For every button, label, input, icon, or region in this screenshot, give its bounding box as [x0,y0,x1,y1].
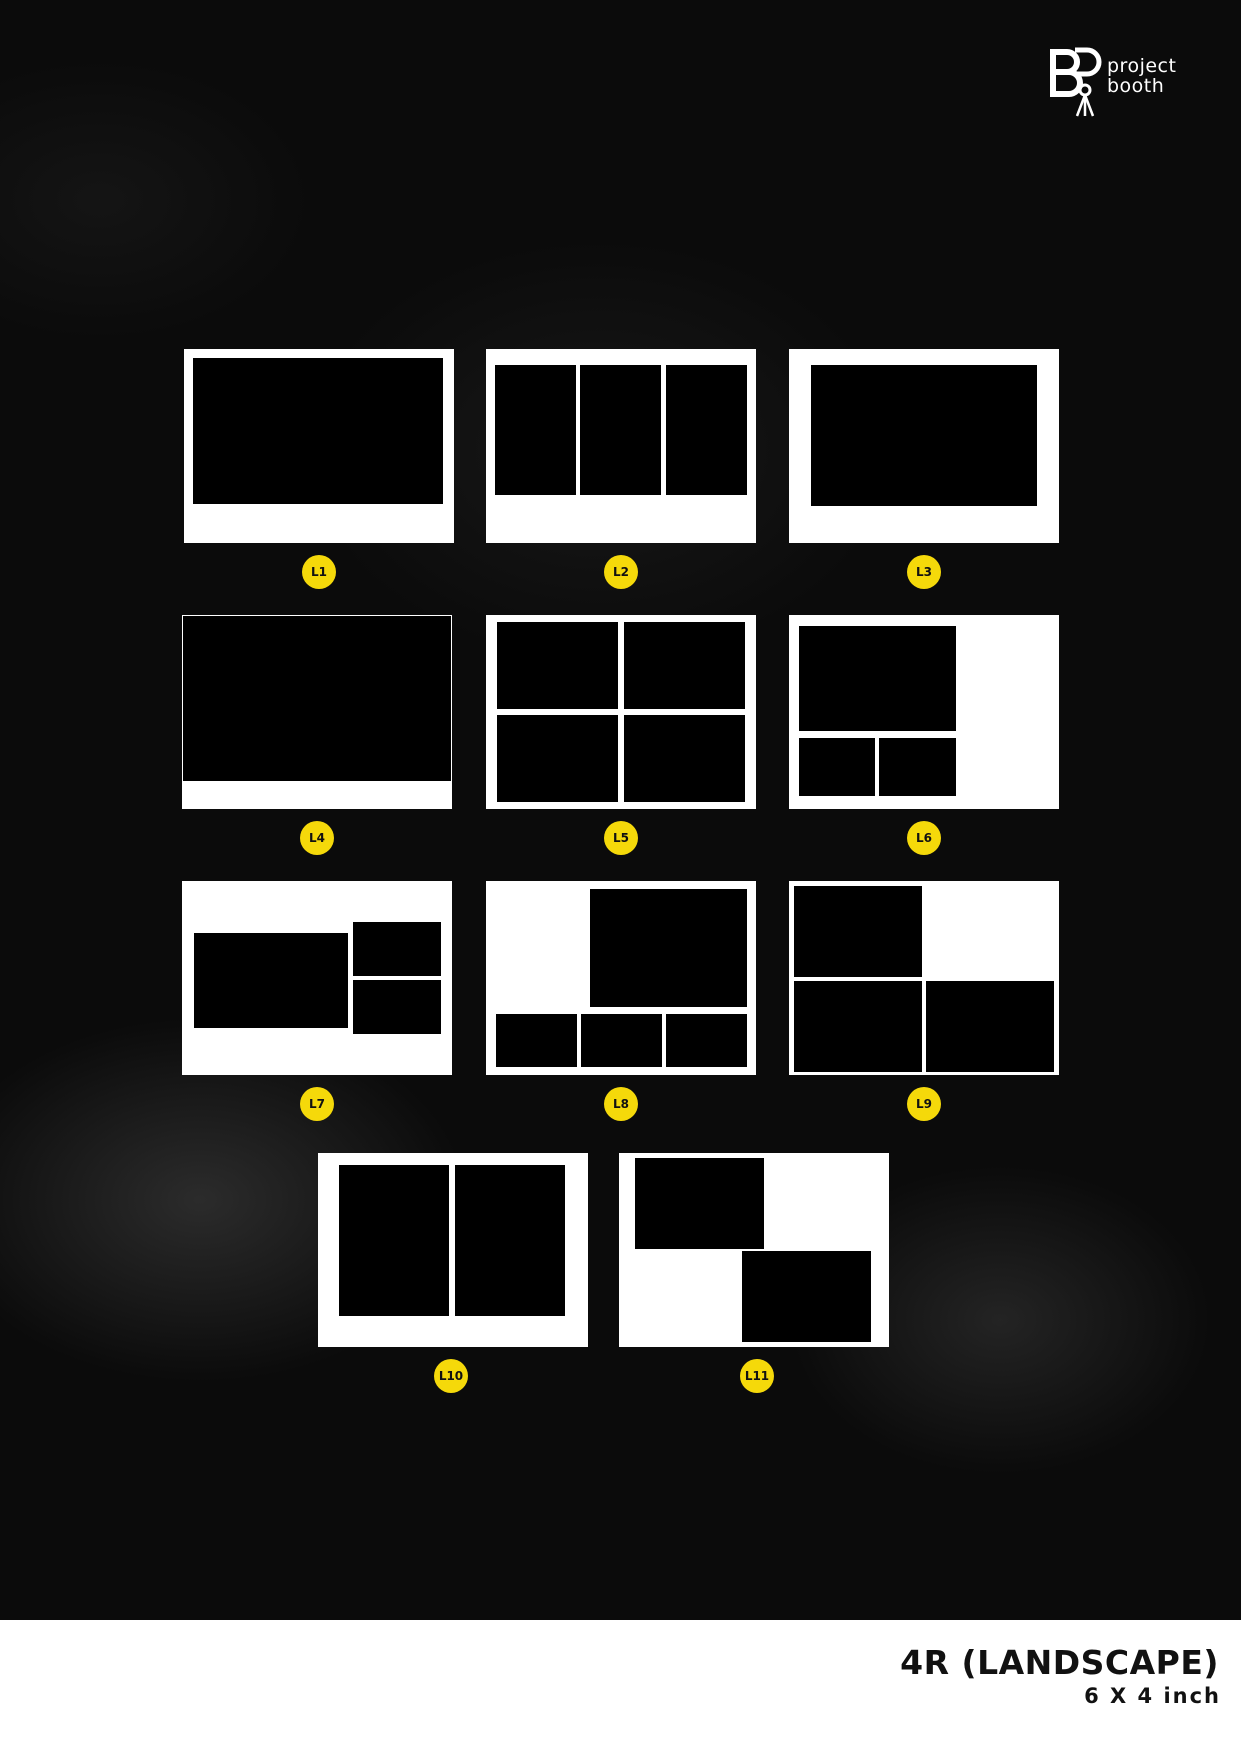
layout-card [182,881,452,1075]
brand-name-line1: project [1107,55,1177,77]
layout-card [486,881,756,1075]
photo-slot [590,889,747,1007]
layout-badge: L10 [434,1359,468,1393]
photo-slot [624,622,745,709]
layout-badge: L11 [740,1359,774,1393]
photo-slot [926,981,1054,1072]
page-title: 4R (LANDSCAPE) [900,1643,1219,1682]
photo-slot [496,1014,577,1067]
photo-slot [194,933,348,1028]
layout-card [486,349,756,543]
layout-card [486,615,756,809]
layout-card [789,349,1059,543]
photo-slot [794,981,922,1072]
photo-slot [580,365,661,495]
brand-name-line2: booth [1107,75,1165,97]
photo-slot [635,1158,764,1249]
layout-card [789,615,1059,809]
layout-badge: L6 [907,821,941,855]
layout-badge: L9 [907,1087,941,1121]
photo-slot [799,626,956,731]
brand-logo: project booth [1045,46,1185,120]
layout-card [619,1153,889,1347]
photo-slot [495,365,576,495]
layout-card [182,615,452,809]
photo-slot [193,358,443,504]
photo-slot [353,922,441,976]
photo-slot [455,1165,565,1316]
photo-slot [497,715,618,802]
layout-card [789,881,1059,1075]
dark-textured-background [0,0,1241,1620]
photo-slot [879,738,956,796]
brand-name: project booth [1107,56,1176,96]
layout-card [318,1153,588,1347]
page-subtitle: 6 X 4 inch [1084,1684,1221,1708]
layout-badge: L8 [604,1087,638,1121]
photo-slot [799,738,875,796]
photo-slot [742,1251,871,1342]
photo-slot [497,622,618,709]
photo-slot [624,715,745,802]
layout-badge: L5 [604,821,638,855]
layout-badge: L3 [907,555,941,589]
photo-slot [353,980,441,1034]
layout-badge: L2 [604,555,638,589]
photo-slot [339,1165,449,1316]
photo-slot [183,616,451,781]
layout-badge: L7 [300,1087,334,1121]
photo-slot [794,886,922,977]
layout-card [184,349,454,543]
photo-slot [581,1014,662,1067]
photo-slot [666,365,747,495]
layout-badge: L1 [302,555,336,589]
project-booth-tripod-logo-icon [1050,47,1102,117]
photo-slot [666,1014,747,1067]
photo-slot [811,365,1037,506]
layout-badge: L4 [300,821,334,855]
